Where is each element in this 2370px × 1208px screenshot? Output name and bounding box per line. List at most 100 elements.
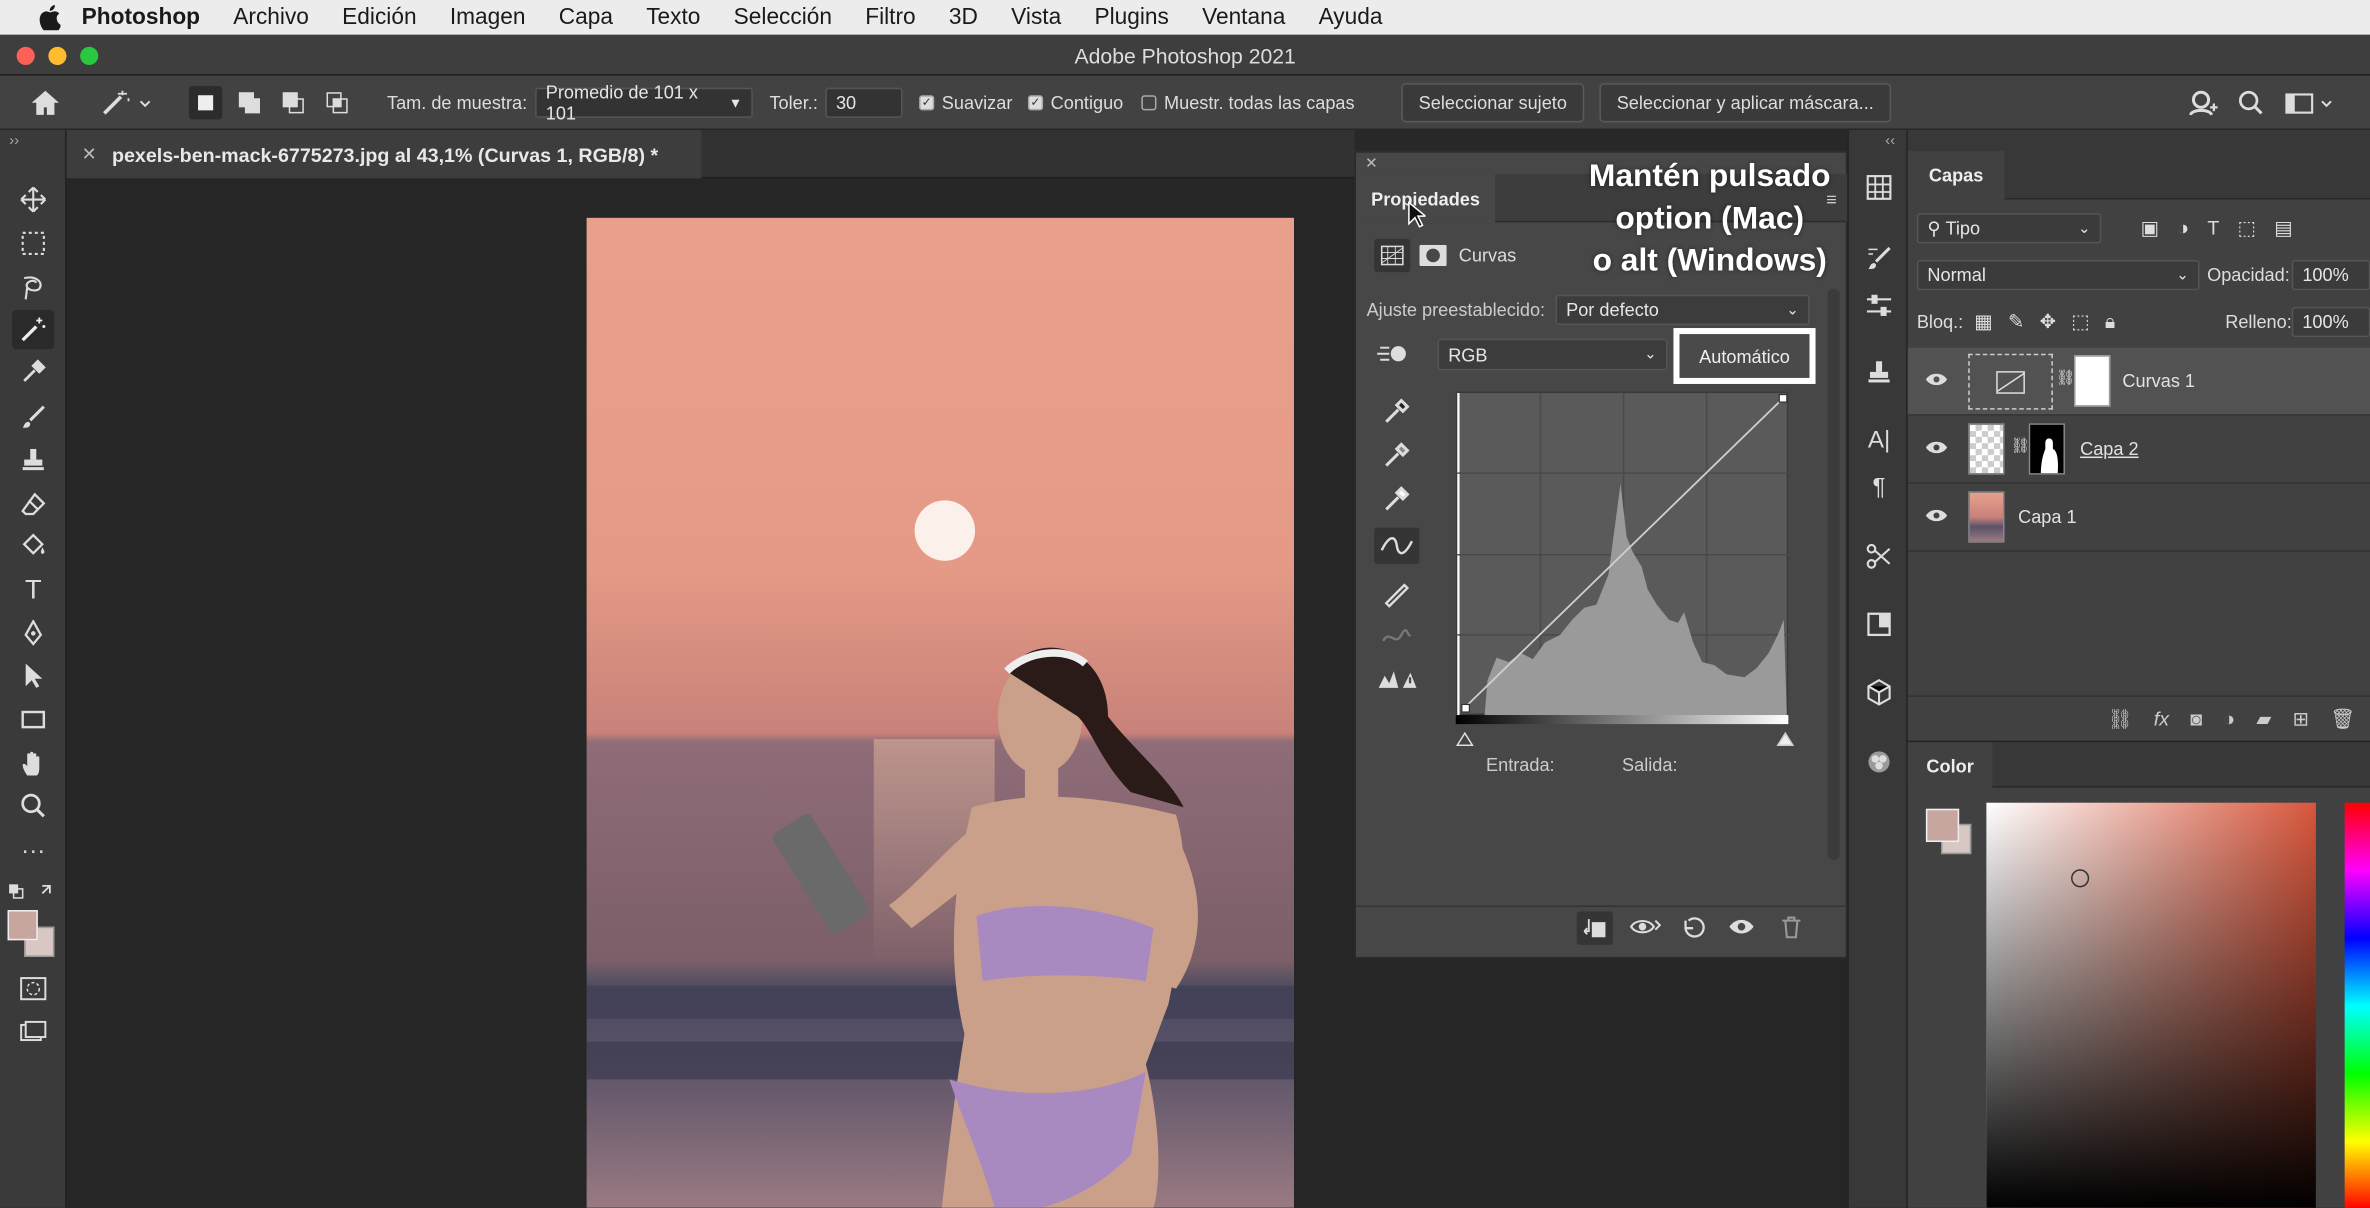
lock-artboard-icon[interactable]: ⬚ [2071,310,2090,334]
lock-image-icon[interactable]: ✎ [2008,310,2024,334]
menu-ayuda[interactable]: Ayuda [1319,5,1383,31]
layer-name[interactable]: Curvas 1 [2122,370,2195,391]
tab-color[interactable]: Color [1907,742,1993,790]
capa-2-mask-thumbnail[interactable] [2028,423,2065,475]
lock-transparent-icon[interactable]: ▦ [1974,310,1993,334]
close-panel-icon[interactable]: ✕ [1365,156,1378,173]
add-to-selection-icon[interactable] [236,76,263,130]
collapse-panels-icon[interactable]: ‹‹ [1885,133,1895,150]
preset-dropdown[interactable]: Por defecto ⌄ [1555,294,1810,326]
paragraph-panel-icon[interactable]: ¶ [1858,469,1900,508]
blend-mode-dropdown[interactable]: Normal ⌄ [1916,260,2200,291]
edit-points-icon[interactable] [1374,527,1420,564]
3d-panel-icon[interactable] [1858,673,1900,712]
menu-archivo[interactable]: Archivo [233,5,309,31]
filter-type-icon[interactable]: T [2207,216,2219,240]
draw-curve-icon[interactable] [1380,576,1413,617]
visibility-eye-icon[interactable] [1728,915,1755,947]
menu-app-name[interactable]: Photoshop [82,5,200,31]
smooth-checkbox[interactable]: ✓ Suavizar [919,76,1012,130]
white-point-slider[interactable] [1776,727,1795,754]
magic-wand-tool-icon[interactable] [12,309,55,350]
eyedropper-tool-icon[interactable] [12,352,54,391]
visibility-eye-icon[interactable] [1924,438,1948,461]
hue-slider[interactable] [2344,802,2370,1208]
menu-seleccion[interactable]: Selección [734,5,832,31]
home-icon[interactable] [30,76,60,130]
zoom-tool-icon[interactable] [12,786,54,825]
clone-source-icon[interactable] [1858,352,1900,391]
select-subject-button[interactable]: Seleccionar sujeto [1401,83,1585,123]
filter-smart-object-icon[interactable]: ▤ [2274,216,2293,240]
path-selection-tool-icon[interactable] [12,656,54,695]
clipping-warning-icon[interactable] [1377,667,1417,699]
apple-icon[interactable] [36,4,63,31]
color-foreground-swatch[interactable] [1925,808,1960,843]
link-layers-icon[interactable]: ⛓ [2108,707,2133,731]
learn-panel-icon[interactable] [1858,742,1900,781]
clip-to-layer-icon[interactable] [1576,911,1613,945]
curves-mask-thumbnail[interactable] [2074,355,2111,407]
mask-icon[interactable] [1416,239,1449,272]
sample-gray-point-icon[interactable] [1380,438,1413,479]
delete-layer-icon[interactable]: 🗑︎ [2330,707,2355,731]
hand-tool-icon[interactable] [12,744,54,783]
menu-texto[interactable]: Texto [646,5,700,31]
foreground-color-swatch[interactable] [7,910,38,941]
select-and-mask-button[interactable]: Seleccionar y aplicar máscara... [1599,83,1892,123]
sample-white-point-icon[interactable] [1380,482,1413,523]
curves-layer-thumbnail[interactable] [1968,353,2053,410]
expand-panel-icon[interactable]: ›› [9,133,19,150]
close-tab-icon[interactable]: ✕ [82,144,97,165]
stamp-tool-icon[interactable] [12,440,54,479]
panel-scrollbar[interactable] [1827,288,1840,861]
search-icon[interactable] [2237,76,2264,130]
layer-row-curves[interactable]: ⛓ Curvas 1 [1907,347,2370,416]
brush-tool-icon[interactable] [12,398,54,437]
auto-button[interactable]: Automático [1673,328,1816,384]
quick-mask-icon[interactable] [12,969,54,1008]
tools-options-icon[interactable] [1858,537,1900,576]
intersect-selection-icon[interactable] [324,76,351,130]
visibility-eye-icon[interactable] [1924,370,1948,393]
filter-adjustment-icon[interactable]: ◑ [2177,216,2189,240]
new-layer-icon[interactable]: ⊞ [2293,707,2309,731]
move-tool-icon[interactable] [12,180,54,219]
channel-dropdown[interactable]: RGB ⌄ [1437,338,1668,371]
sample-black-point-icon[interactable] [1380,395,1413,436]
new-adjustment-layer-icon[interactable]: ◑ [2223,707,2235,730]
menu-ventana[interactable]: Ventana [1202,5,1285,31]
link-icon[interactable]: ⛓ [2011,438,2030,455]
contiguous-checkbox[interactable]: ✓ Contiguo [1027,76,1123,130]
opacity-input[interactable]: 100% [2291,260,2370,291]
document-tab[interactable]: ✕ pexels-ben-mack-6775273.jpg al 43,1% (… [66,130,702,179]
new-selection-icon[interactable] [188,76,223,130]
marquee-tool-icon[interactable] [12,224,54,263]
filter-shape-icon[interactable]: ⬚ [2237,216,2256,240]
libraries-panel-icon[interactable] [1858,605,1900,644]
sample-all-layers-checkbox[interactable]: Muestr. todas las capas [1141,76,1355,130]
histogram-panel-icon[interactable] [1858,168,1900,207]
add-mask-icon[interactable]: ◙ [2190,707,2202,730]
color-picker-cursor[interactable] [2071,869,2090,888]
visibility-eye-icon[interactable] [1924,506,1948,529]
pen-tool-icon[interactable] [12,614,54,653]
layer-filter-dropdown[interactable]: ⚲ Tipo ⌄ [1916,213,2102,244]
screen-mode-icon[interactable] [12,1013,54,1052]
sample-size-dropdown[interactable]: Promedio de 101 x 101 ▼ [535,82,753,124]
menu-vista[interactable]: Vista [1011,5,1061,31]
curves-adjustment-icon[interactable] [1374,238,1411,273]
adjustments-panel-icon[interactable] [1858,286,1900,325]
workspace-icon[interactable] [2284,76,2335,130]
layer-row-capa-1[interactable]: Capa 1 [1907,484,2370,552]
fill-input[interactable]: 100% [2291,306,2370,338]
menu-plugins[interactable]: Plugins [1094,5,1168,31]
menu-capa[interactable]: Capa [559,5,613,31]
color-picker-field[interactable] [1986,802,2316,1208]
black-point-slider[interactable] [1455,727,1474,754]
share-user-icon[interactable] [2187,76,2218,130]
brush-settings-icon[interactable] [1858,239,1900,278]
menu-edicion[interactable]: Edición [342,5,416,31]
link-icon[interactable]: ⛓ [2056,370,2075,387]
layer-row-capa-2[interactable]: ⛓ Capa 2 [1907,416,2370,484]
